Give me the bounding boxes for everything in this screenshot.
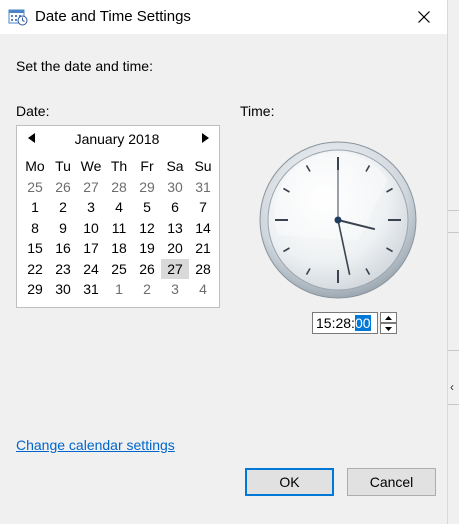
weekday-header: Sa <box>166 158 184 174</box>
weekday-header: Mo <box>25 158 45 174</box>
calendar-day[interactable]: 29 <box>21 279 49 300</box>
calendar-day[interactable]: 25 <box>21 177 49 198</box>
edge-line <box>448 350 459 351</box>
time-hours[interactable]: 15 <box>316 315 332 331</box>
calendar-day[interactable]: 15 <box>21 238 49 259</box>
clock-center <box>334 216 342 224</box>
weekday-header: Su <box>194 158 212 174</box>
calendar-day[interactable]: 26 <box>49 177 77 198</box>
time-seconds[interactable]: 00 <box>354 315 371 331</box>
calendar-day[interactable]: 2 <box>49 197 77 218</box>
calendar-day[interactable]: 21 <box>189 238 217 259</box>
calendar-day[interactable]: 13 <box>161 218 189 239</box>
calendar-day[interactable]: 1 <box>21 197 49 218</box>
calendar-day[interactable]: 10 <box>77 218 105 239</box>
calendar-day[interactable]: 31 <box>77 279 105 300</box>
time-label: Time: <box>240 103 275 119</box>
ok-button[interactable]: OK <box>245 468 334 496</box>
calendar-day[interactable]: 1 <box>105 279 133 300</box>
weekday-header: Th <box>110 158 128 174</box>
triangle-right-icon <box>201 133 209 143</box>
calendar-day[interactable]: 16 <box>49 238 77 259</box>
close-button[interactable] <box>400 0 447 34</box>
calendar-day[interactable]: 22 <box>21 259 49 280</box>
edge-glyph: ‹ <box>450 380 454 394</box>
dialog-body: Set the date and time: Date: Time: Janua… <box>0 34 447 524</box>
background-window-edge: ‹ <box>447 0 459 524</box>
calendar-day[interactable]: 28 <box>189 259 217 280</box>
calendar-day[interactable]: 24 <box>77 259 105 280</box>
chevron-down-icon <box>385 326 392 331</box>
weekday-header: Tu <box>55 158 71 174</box>
window-title: Date and Time Settings <box>35 8 191 25</box>
calendar-day[interactable]: 19 <box>133 238 161 259</box>
time-input[interactable]: 15:28:00 <box>312 312 378 334</box>
calendar-day[interactable]: 5 <box>133 197 161 218</box>
cancel-button[interactable]: Cancel <box>347 468 436 496</box>
edge-line <box>448 232 459 233</box>
calendar-day[interactable]: 9 <box>49 218 77 239</box>
date-label: Date: <box>16 103 50 119</box>
calendar-day-selected[interactable]: 27 <box>161 258 189 279</box>
calendar-day[interactable]: 28 <box>105 177 133 198</box>
calendar-day[interactable]: 6 <box>161 197 189 218</box>
next-month-button[interactable] <box>195 126 215 150</box>
previous-month-button[interactable] <box>21 126 41 150</box>
edge-line <box>448 210 459 211</box>
calendar-day[interactable]: 27 <box>77 177 105 198</box>
calendar-day[interactable]: 8 <box>21 218 49 239</box>
weekday-header: Fr <box>140 158 154 174</box>
calendar-day[interactable]: 7 <box>189 197 217 218</box>
close-icon <box>417 11 430 23</box>
calendar-clock-icon <box>8 9 28 26</box>
edge-line <box>448 404 459 405</box>
month-calendar[interactable]: January 2018 Mo Tu We Th Fr Sa Su 25 26 27… <box>16 125 220 308</box>
calendar-day[interactable]: 23 <box>49 259 77 280</box>
chevron-up-icon <box>385 315 392 320</box>
triangle-left-icon <box>27 133 35 143</box>
calendar-day[interactable]: 2 <box>133 279 161 300</box>
calendar-day[interactable]: 3 <box>77 197 105 218</box>
calendar-day[interactable]: 12 <box>133 218 161 239</box>
calendar-day[interactable]: 31 <box>189 177 217 198</box>
calendar-day[interactable]: 11 <box>105 218 133 239</box>
month-title[interactable]: January 2018 <box>47 131 187 147</box>
calendar-day[interactable]: 30 <box>49 279 77 300</box>
calendar-day[interactable]: 17 <box>77 238 105 259</box>
calendar-day[interactable]: 30 <box>161 177 189 198</box>
analog-clock <box>259 141 417 299</box>
calendar-day-grid: Mo Tu We Th Fr Sa Su 25 26 27 28 29 30 31 1 2 3 4 5… <box>21 156 217 300</box>
title-bar[interactable]: Date and Time Settings <box>0 0 447 34</box>
time-minutes[interactable]: 28 <box>335 315 351 331</box>
change-calendar-settings-link[interactable]: Change calendar settings <box>16 437 175 453</box>
prompt-text: Set the date and time: <box>16 58 153 74</box>
calendar-day[interactable]: 3 <box>161 279 189 300</box>
calendar-day[interactable]: 25 <box>105 259 133 280</box>
calendar-day[interactable]: 14 <box>189 218 217 239</box>
calendar-day[interactable]: 20 <box>161 238 189 259</box>
calendar-day[interactable]: 4 <box>105 197 133 218</box>
weekday-header: We <box>80 158 102 174</box>
calendar-day[interactable]: 29 <box>133 177 161 198</box>
calendar-day[interactable]: 4 <box>189 279 217 300</box>
calendar-day[interactable]: 26 <box>133 259 161 280</box>
time-decrement-button[interactable] <box>380 323 397 334</box>
time-increment-button[interactable] <box>380 312 397 323</box>
calendar-day[interactable]: 18 <box>105 238 133 259</box>
